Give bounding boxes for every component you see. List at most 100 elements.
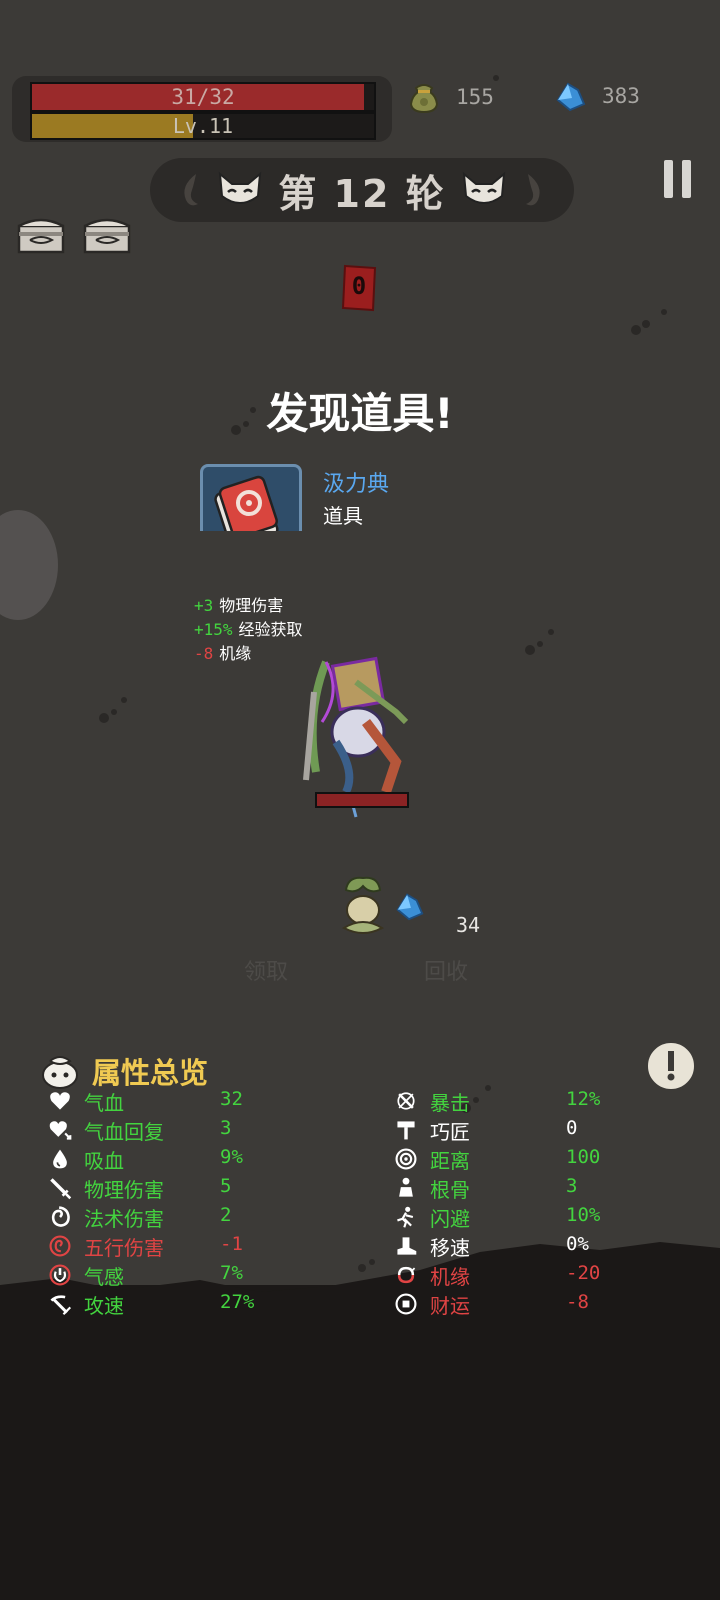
attribute-row: 气血回复 (46, 1116, 164, 1144)
heart-icon (46, 1087, 74, 1115)
flame-ornament-icon (184, 174, 199, 206)
attribute-value: -8 (566, 1291, 589, 1313)
experience-bar: Lv.11 (30, 112, 376, 140)
attribute-name: 移速 (430, 1235, 470, 1260)
sprout-creature-icon[interactable] (336, 872, 390, 938)
attribute-value: 3 (220, 1117, 232, 1139)
attribute-value: 9% (220, 1146, 243, 1168)
attribute-value: -20 (566, 1262, 601, 1284)
heart-regen-icon (46, 1116, 74, 1144)
attribute-name: 吸血 (84, 1148, 124, 1173)
attribute-name: 距离 (430, 1148, 470, 1173)
status-panel: 31/32 Lv.11 (12, 76, 392, 142)
attack-speed-icon (46, 1290, 74, 1318)
attribute-row: 巧匠 (392, 1116, 470, 1144)
dodge-icon (392, 1203, 420, 1231)
level-text: Lv.11 (172, 114, 234, 138)
attribute-value: 10% (566, 1204, 601, 1226)
cat-face-icon (219, 171, 262, 204)
bonus-name: 经验获取 (238, 620, 303, 639)
crystal-icon (556, 82, 586, 112)
constitution-icon (392, 1174, 420, 1202)
boot-icon (392, 1232, 420, 1260)
bonus-value: +3 (194, 596, 214, 615)
attribute-name: 暴击 (430, 1090, 470, 1115)
range-icon (392, 1145, 420, 1173)
attribute-name: 气感 (84, 1264, 124, 1289)
attribute-row: 气感 (46, 1261, 124, 1289)
health-bar: 31/32 (30, 82, 376, 112)
book-icon (214, 475, 279, 531)
crystal-icon (396, 893, 424, 921)
attribute-value: 27% (220, 1291, 255, 1313)
attribute-name: 巧匠 (430, 1119, 470, 1144)
treasure-chest-icon[interactable] (82, 216, 132, 256)
attribute-value: 7% (220, 1262, 243, 1284)
attribute-row: 吸血 (46, 1145, 124, 1173)
attribute-value: 3 (566, 1175, 578, 1197)
health-text: 31/32 (171, 85, 235, 109)
treasure-chest-icon[interactable] (16, 216, 66, 256)
elements-icon (46, 1232, 74, 1260)
bonus-value: +15% (194, 620, 233, 639)
spiral-icon (46, 1203, 74, 1231)
flame-ornament-icon (525, 174, 540, 206)
attribute-value: 5 (220, 1175, 232, 1197)
fortune-icon (392, 1290, 420, 1318)
attribute-row: 距离 (392, 1145, 470, 1173)
attribute-name: 物理伤害 (84, 1177, 164, 1202)
crit-icon (392, 1087, 420, 1115)
exclamation-icon (667, 1051, 675, 1081)
luck-icon (392, 1261, 420, 1289)
attribute-name: 气血回复 (84, 1119, 164, 1144)
attribute-name: 五行伤害 (84, 1235, 164, 1260)
item-icon-card[interactable] (200, 464, 302, 531)
bonus-name: 机缘 (219, 644, 252, 663)
cat-face-icon (462, 171, 505, 204)
claim-button[interactable]: 领取 (244, 954, 288, 986)
attribute-name: 法术伤害 (84, 1206, 164, 1231)
attribute-row: 气血 (46, 1087, 124, 1115)
pause-button[interactable] (664, 160, 694, 198)
attribute-row: 物理伤害 (46, 1174, 164, 1202)
round-label: 第 12 轮 (278, 171, 446, 216)
attribute-value: -1 (220, 1233, 243, 1255)
attribute-row: 财运 (392, 1290, 470, 1318)
attribute-row: 机缘 (392, 1261, 470, 1289)
attribute-value: 0% (566, 1233, 589, 1255)
attribute-value: 0 (566, 1117, 578, 1139)
attribute-name: 闪避 (430, 1206, 470, 1231)
recycle-button[interactable]: 回收 (424, 954, 468, 986)
discovery-title: 发现道具! (266, 389, 454, 438)
attribute-value: 100 (566, 1146, 601, 1168)
sword-icon (46, 1174, 74, 1202)
bonus-line: -8 机缘 (194, 640, 251, 664)
crystal-value: 383 (602, 84, 640, 108)
attributes-header: 属性总览 (40, 1050, 208, 1092)
info-button[interactable] (645, 1040, 697, 1092)
kill-counter-value: 0 (351, 272, 367, 300)
qi-icon (46, 1261, 74, 1289)
attribute-name: 气血 (84, 1090, 124, 1115)
attribute-row: 攻速 (46, 1290, 124, 1318)
crystal-currency: 383 (554, 80, 640, 112)
attribute-value: 12% (566, 1088, 601, 1110)
bag-value: 155 (456, 85, 494, 109)
bonus-name: 物理伤害 (219, 596, 284, 615)
attribute-name: 攻速 (84, 1293, 124, 1318)
bonus-line: +15% 经验获取 (194, 616, 303, 640)
round-banner: 第 12 轮 (150, 158, 574, 222)
bonus-value: -8 (194, 644, 214, 663)
enemy-health-bar (315, 792, 409, 808)
attribute-value: 2 (220, 1204, 232, 1226)
recycle-reward-value: 34 (456, 913, 481, 937)
attribute-row: 根骨 (392, 1174, 470, 1202)
cat-mascot-icon (42, 1056, 78, 1089)
attribute-value: 32 (220, 1088, 243, 1110)
attribute-row: 五行伤害 (46, 1232, 164, 1260)
attribute-name: 机缘 (430, 1264, 470, 1289)
money-bag-icon (409, 84, 439, 114)
hammer-icon (392, 1116, 420, 1144)
attribute-name: 根骨 (430, 1177, 470, 1202)
bonus-line: +3 物理伤害 (194, 592, 283, 616)
